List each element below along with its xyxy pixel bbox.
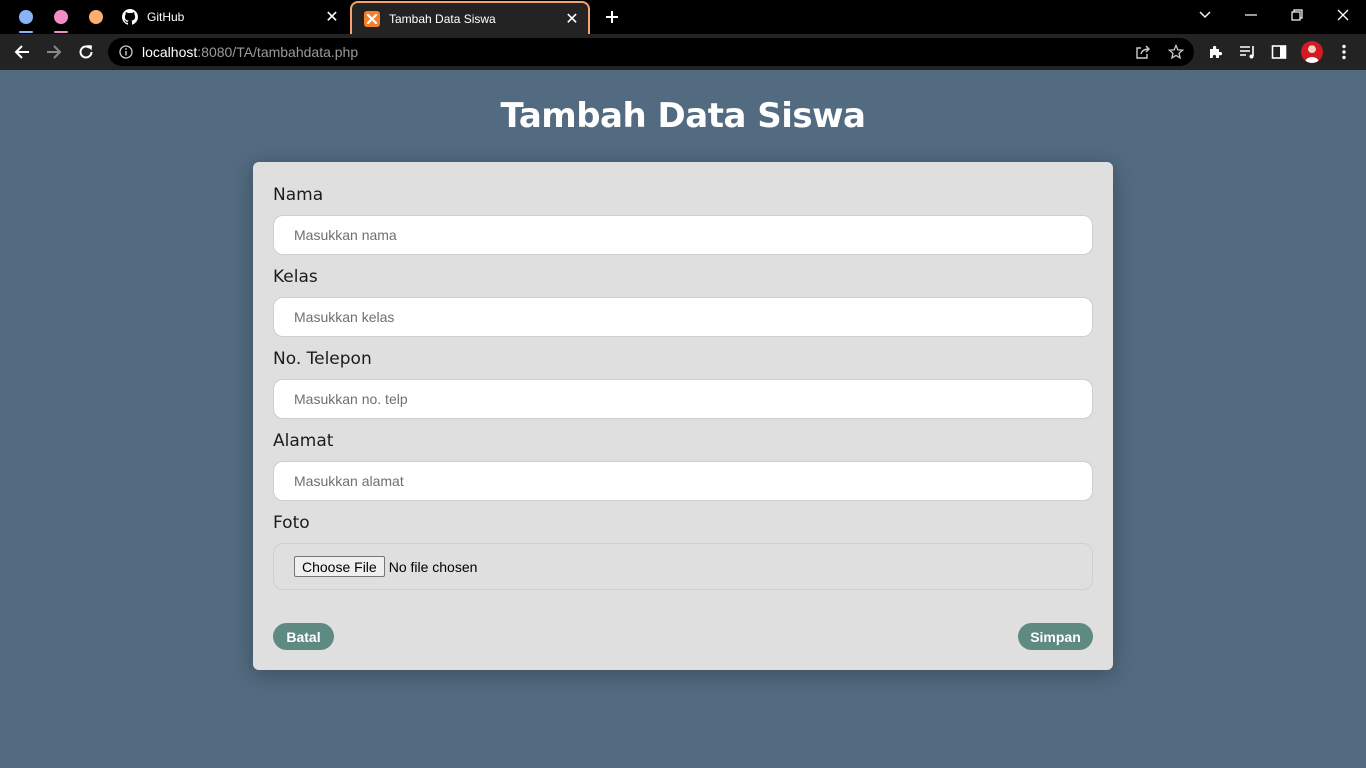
tab-tambah-data-siswa[interactable]: Tambah Data Siswa ✕ bbox=[350, 1, 590, 34]
tab-search-chevron-icon[interactable] bbox=[1190, 4, 1220, 26]
tab-group-blue-dot[interactable] bbox=[19, 10, 33, 24]
extensions-icon[interactable] bbox=[1204, 40, 1228, 64]
address-bar[interactable]: localhost:8080/TA/tambahdata.php bbox=[108, 38, 1194, 66]
foto-file-input: Choose File No file chosen bbox=[273, 543, 1093, 590]
url-path: :8080/TA/tambahdata.php bbox=[197, 44, 359, 60]
choose-file-button[interactable]: Choose File bbox=[294, 556, 385, 577]
tab-github-title: GitHub bbox=[147, 10, 185, 24]
kebab-menu-icon[interactable] bbox=[1332, 40, 1356, 64]
telepon-label: No. Telepon bbox=[273, 349, 372, 369]
forward-arrow-icon[interactable] bbox=[42, 40, 66, 64]
alamat-input[interactable] bbox=[273, 461, 1093, 501]
back-arrow-icon[interactable] bbox=[10, 40, 34, 64]
alamat-label: Alamat bbox=[273, 431, 334, 451]
form-card: Nama Kelas No. Telepon Alamat Foto Choos… bbox=[253, 162, 1113, 670]
url-text: localhost:8080/TA/tambahdata.php bbox=[142, 44, 358, 60]
tab-github[interactable]: GitHub ✕ bbox=[112, 0, 348, 34]
simpan-button[interactable]: Simpan bbox=[1018, 623, 1093, 650]
side-panel-icon[interactable] bbox=[1267, 40, 1291, 64]
share-icon[interactable] bbox=[1131, 40, 1155, 64]
tab-group-blue-underline bbox=[19, 31, 33, 33]
github-icon bbox=[122, 9, 138, 25]
restore-icon[interactable] bbox=[1282, 4, 1312, 26]
reading-list-icon[interactable] bbox=[1236, 40, 1260, 64]
star-icon[interactable] bbox=[1164, 40, 1188, 64]
minimize-icon[interactable] bbox=[1236, 4, 1266, 26]
kelas-input[interactable] bbox=[273, 297, 1093, 337]
close-tab-icon[interactable]: ✕ bbox=[564, 11, 580, 28]
foto-label: Foto bbox=[273, 513, 310, 533]
tab-group-orange-dot[interactable] bbox=[89, 10, 103, 24]
kelas-label: Kelas bbox=[273, 267, 318, 287]
tab-active-title: Tambah Data Siswa bbox=[389, 11, 496, 26]
nama-input[interactable] bbox=[273, 215, 1093, 255]
file-status-text: No file chosen bbox=[388, 558, 478, 575]
reload-icon[interactable] bbox=[74, 40, 98, 64]
url-host: localhost bbox=[142, 44, 198, 60]
profile-avatar[interactable] bbox=[1301, 41, 1323, 63]
page-title: Tambah Data Siswa bbox=[500, 96, 866, 136]
info-icon[interactable] bbox=[119, 45, 133, 59]
close-window-icon[interactable] bbox=[1328, 4, 1358, 26]
tab-group-pink-underline bbox=[54, 31, 68, 33]
xampp-icon bbox=[364, 10, 380, 27]
batal-button[interactable]: Batal bbox=[273, 623, 334, 650]
nama-label: Nama bbox=[273, 185, 324, 205]
tab-group-pink-dot[interactable] bbox=[54, 10, 68, 24]
new-tab-icon[interactable] bbox=[602, 7, 622, 27]
tab-strip: GitHub ✕ Tambah Data Siswa ✕ bbox=[0, 0, 1366, 34]
browser-toolbar: localhost:8080/TA/tambahdata.php bbox=[0, 34, 1366, 70]
close-tab-icon[interactable]: ✕ bbox=[324, 9, 340, 26]
telepon-input[interactable] bbox=[273, 379, 1093, 419]
